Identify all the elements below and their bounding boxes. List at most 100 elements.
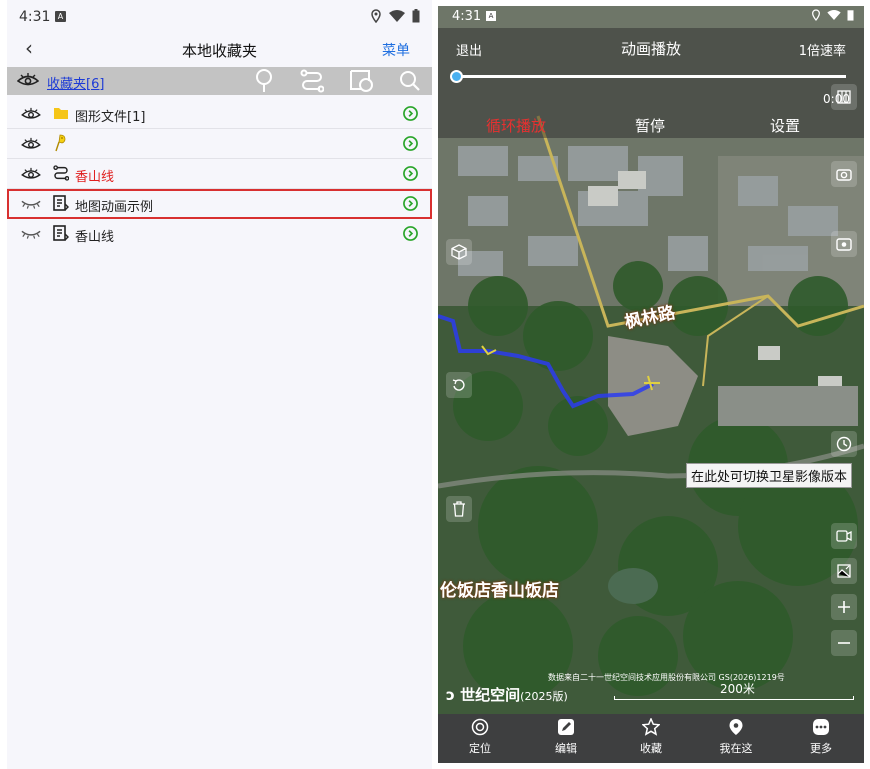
- eye-icon[interactable]: [21, 167, 41, 181]
- location-status-icon: [812, 9, 820, 21]
- add-line-icon[interactable]: [300, 69, 324, 93]
- more-icon: [813, 719, 829, 735]
- pin-icon: [55, 134, 66, 152]
- pause-button[interactable]: 暂停: [635, 115, 665, 136]
- eye-icon[interactable]: [17, 72, 39, 88]
- zoom-in-button[interactable]: [831, 594, 857, 620]
- bottom-navigation: 定位 编辑 收藏 我在这 更多: [438, 714, 864, 763]
- wifi-icon: [827, 10, 841, 20]
- go-arrow-icon[interactable]: [403, 196, 418, 211]
- location-status-icon: [371, 9, 381, 23]
- eye-closed-icon[interactable]: [21, 229, 41, 239]
- status-time: 4:31: [452, 9, 482, 24]
- list-item[interactable]: 图形文件[1]: [7, 99, 432, 129]
- status-bar: 4:31 A: [7, 0, 432, 34]
- clock-icon: [836, 436, 852, 452]
- delete-button[interactable]: [446, 496, 472, 522]
- list-item[interactable]: 香山线: [7, 159, 432, 189]
- notification-a-icon: A: [55, 11, 66, 22]
- add-area-icon[interactable]: [349, 69, 375, 93]
- progress-slider[interactable]: [450, 70, 846, 83]
- logo-text: 世纪空间: [460, 686, 521, 704]
- favorite-icon: [642, 718, 660, 736]
- list-item-selected[interactable]: 地图动画示例: [7, 189, 432, 219]
- folder-icon: [54, 108, 68, 119]
- place-label: 伦饭店香山饭店: [440, 581, 559, 601]
- loop-play-button[interactable]: 循环播放: [486, 115, 546, 136]
- rotate-button[interactable]: [446, 372, 472, 398]
- logo-version: (2025版): [520, 690, 568, 703]
- speed-button[interactable]: 1倍速率: [799, 40, 846, 59]
- list-item[interactable]: 香山线: [7, 219, 432, 249]
- nav-label: 我在这: [719, 742, 753, 755]
- edit-icon: [558, 719, 574, 735]
- nav-label: 收藏: [640, 742, 662, 755]
- go-arrow-icon[interactable]: [403, 166, 418, 181]
- history-button[interactable]: [831, 431, 857, 457]
- scale-label: 200米: [720, 682, 755, 696]
- list-item-label: 香山线: [75, 230, 115, 245]
- scale-bar: [614, 696, 854, 700]
- route-icon: [53, 165, 69, 181]
- video-button[interactable]: [831, 523, 857, 549]
- slider-knob[interactable]: [450, 70, 463, 83]
- status-time: 4:31: [19, 9, 51, 25]
- cube-icon: [451, 244, 467, 260]
- plus-icon: [838, 601, 850, 613]
- zoom-out-button[interactable]: [831, 630, 857, 656]
- add-point-icon[interactable]: [254, 69, 274, 93]
- layers-button[interactable]: [831, 84, 857, 110]
- animation-control-bar: 退出 动画播放 1倍速率 0:00 循环播放 暂停 设置: [438, 28, 864, 138]
- favorites-panel: 4:31 A ‹ 本地收藏夹 菜单 收藏夹[6] 图形文件[1] 香山线 地图动…: [7, 0, 432, 769]
- notification-a-icon: A: [486, 11, 496, 21]
- camera-button[interactable]: [831, 161, 857, 187]
- go-arrow-icon[interactable]: [403, 226, 418, 241]
- battery-icon: [847, 10, 854, 21]
- nav-label: 编辑: [555, 742, 577, 755]
- location-pin-icon: [729, 719, 743, 735]
- nav-label: 定位: [469, 742, 491, 755]
- layers-icon: [837, 90, 851, 104]
- eye-closed-icon[interactable]: [21, 199, 41, 209]
- list-item-label: 香山线: [75, 170, 115, 185]
- menu-button[interactable]: 菜单: [382, 40, 410, 60]
- favorites-list: 图形文件[1] 香山线 地图动画示例 香山线: [7, 99, 432, 249]
- nav-locate[interactable]: 定位: [450, 718, 510, 756]
- animation-file-icon: [53, 225, 69, 241]
- list-item-label: 地图动画示例: [75, 200, 154, 215]
- 3d-button[interactable]: [446, 239, 472, 265]
- go-arrow-icon[interactable]: [403, 136, 418, 151]
- favorites-folder-link[interactable]: 收藏夹[6]: [47, 73, 104, 92]
- animation-file-icon: [53, 195, 69, 211]
- camera-icon: [836, 169, 852, 181]
- status-icons: [370, 9, 420, 23]
- eye-icon[interactable]: [21, 137, 41, 151]
- status-bar: 4:31 A: [438, 6, 864, 28]
- nav-here[interactable]: 我在这: [706, 718, 766, 756]
- go-arrow-icon[interactable]: [403, 106, 418, 121]
- page-title: 本地收藏夹: [181, 42, 257, 60]
- list-item[interactable]: [7, 129, 432, 159]
- locate-icon: [471, 718, 489, 736]
- status-icons: [811, 9, 854, 21]
- screenshot-button[interactable]: [831, 231, 857, 257]
- wifi-icon: [389, 10, 405, 22]
- trash-icon: [453, 501, 465, 517]
- nav-favorite[interactable]: 收藏: [621, 718, 681, 756]
- nav-edit[interactable]: 编辑: [536, 718, 596, 756]
- video-icon: [836, 530, 852, 542]
- minus-icon: [838, 642, 850, 644]
- nav-more[interactable]: 更多: [791, 718, 851, 756]
- image-icon: [837, 564, 851, 578]
- eye-icon[interactable]: [21, 107, 41, 121]
- favorites-toolbar: 收藏夹[6]: [7, 67, 432, 95]
- image-button[interactable]: [831, 558, 857, 584]
- list-item-label: 图形文件[1]: [75, 110, 146, 125]
- logo-mark-icon: ↄ: [446, 686, 455, 704]
- brand-logo: ↄ 世纪空间(2025版): [446, 684, 568, 705]
- search-icon[interactable]: [399, 69, 421, 93]
- battery-icon: [412, 9, 420, 23]
- settings-button[interactable]: 设置: [770, 115, 800, 136]
- title-bar: ‹ 本地收藏夹 菜单: [7, 34, 432, 64]
- satellite-version-tooltip: 在此处可切换卫星影像版本: [686, 463, 853, 488]
